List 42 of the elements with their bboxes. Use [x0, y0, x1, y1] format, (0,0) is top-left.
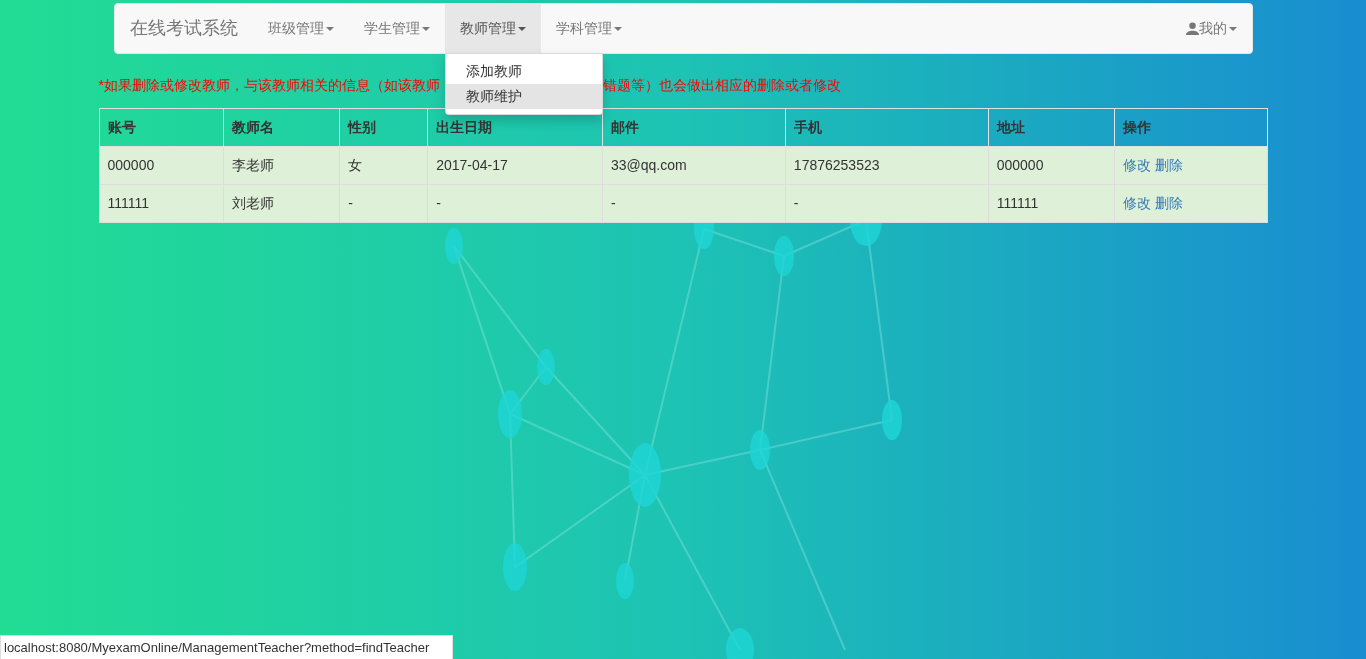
- column-header: 手机: [785, 108, 989, 147]
- dropdown-item[interactable]: 添加教师: [445, 59, 602, 84]
- table-cell: -: [339, 184, 428, 223]
- delete-link[interactable]: 删除: [1154, 157, 1183, 173]
- status-bar-url: localhost:8080/MyexamOnline/ManagementTeacher?method=findTeacher: [0, 634, 453, 659]
- table-cell: 女: [339, 146, 428, 185]
- user-menu[interactable]: 我的: [1170, 4, 1252, 53]
- brand-title[interactable]: 在线考试系统: [114, 4, 253, 53]
- edit-link[interactable]: 修改: [1122, 195, 1151, 211]
- column-header: 地址: [988, 108, 1115, 147]
- nav-menu[interactable]: 班级管理: [252, 4, 349, 53]
- warning-text: *如果删除或修改教师，与该教师相关的信息（如该教师: [98, 76, 440, 94]
- column-header: 账号: [99, 108, 224, 147]
- column-header: 邮件: [602, 108, 786, 147]
- caret-icon: [325, 26, 334, 31]
- table-cell: 2017-04-17: [427, 146, 603, 185]
- caret-icon: [421, 26, 430, 31]
- caret-icon: [517, 26, 526, 31]
- table-cell: 111111: [99, 184, 224, 223]
- caret-icon: [613, 26, 622, 31]
- table-cell: 33@qq.com: [602, 146, 786, 185]
- table-cell: -: [427, 184, 603, 223]
- delete-link[interactable]: 删除: [1154, 195, 1183, 211]
- column-header: 性别: [339, 108, 428, 147]
- table-cell: -: [785, 184, 989, 223]
- column-header: 教师名: [223, 108, 340, 147]
- user-icon: [1185, 22, 1199, 35]
- edit-link[interactable]: 修改: [1122, 157, 1151, 173]
- table-cell: -: [602, 184, 786, 223]
- table-cell: 17876253523: [785, 146, 989, 185]
- table-cell: 111111: [988, 184, 1115, 223]
- table-cell: 李老师: [223, 146, 340, 185]
- table-cell: 刘老师: [223, 184, 340, 223]
- nav-menu[interactable]: 学科管理: [540, 4, 637, 53]
- nav-menu[interactable]: 学生管理: [348, 4, 445, 53]
- table-cell: 000000: [988, 146, 1115, 185]
- table-cell: 000000: [99, 146, 224, 185]
- nav-menu[interactable]: 教师管理: [444, 4, 541, 53]
- dropdown-item[interactable]: 教师维护: [445, 84, 602, 109]
- caret-icon: [1228, 26, 1237, 31]
- warning-text: 错题等）也会做出相应的删除或者修改: [602, 76, 841, 94]
- column-header: 操作: [1114, 108, 1267, 147]
